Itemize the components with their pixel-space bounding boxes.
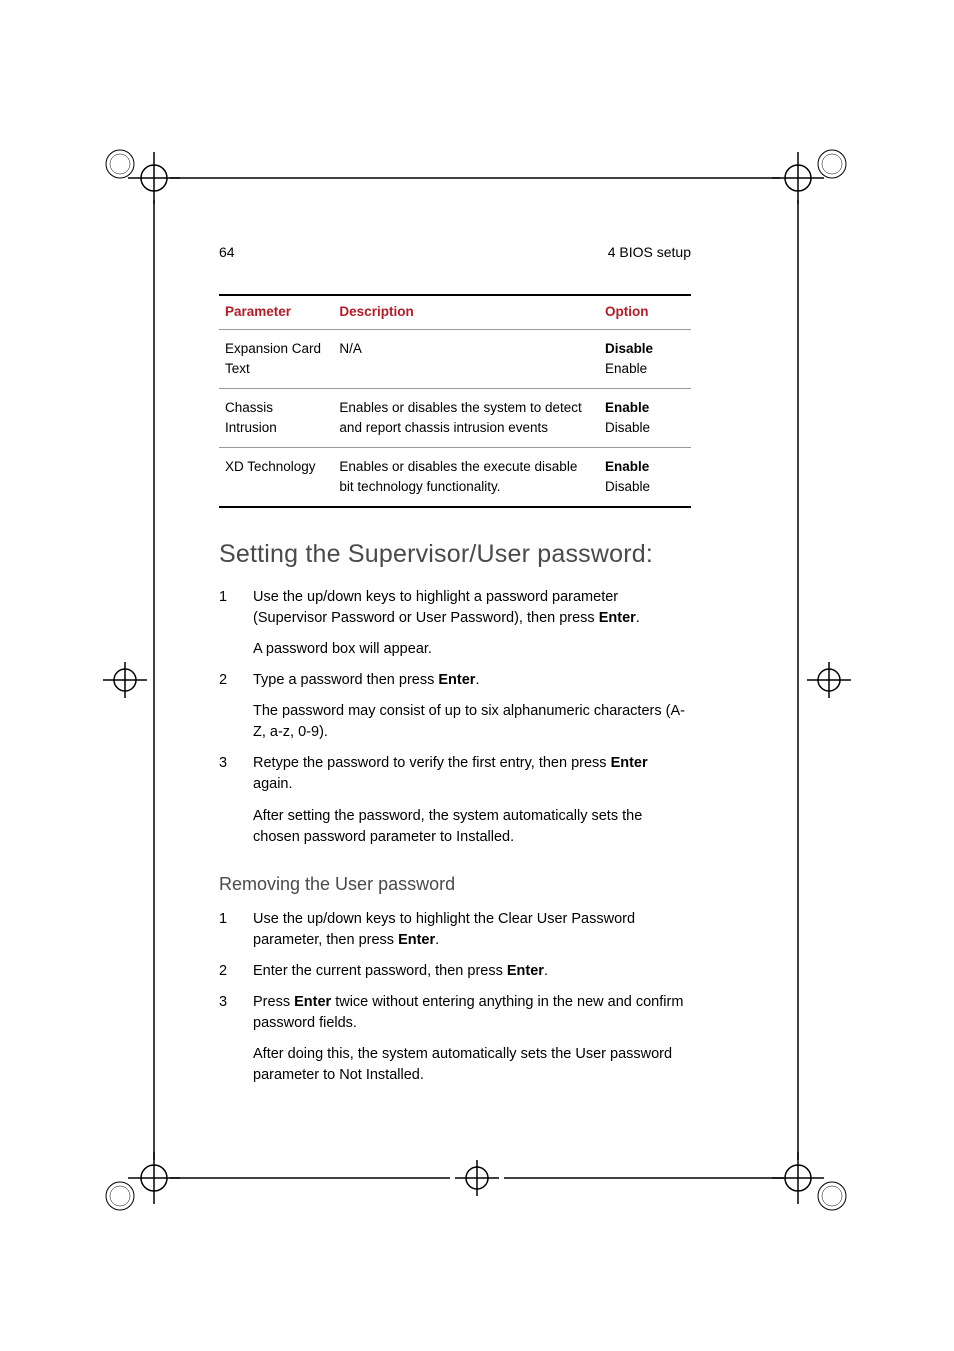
step-text: Press Enter twice without entering anyth… bbox=[253, 992, 691, 1086]
page-content: 64 4 BIOS setup Parameter Description Op… bbox=[219, 244, 691, 1096]
cell-param: XD Technology bbox=[219, 448, 333, 508]
list-item: 1 Use the up/down keys to highlight the … bbox=[219, 909, 691, 951]
col-description: Description bbox=[333, 295, 599, 330]
step-text: Retype the password to verify the first … bbox=[253, 753, 691, 847]
cell-param: Expansion Card Text bbox=[219, 330, 333, 389]
step-text: Type a password then press Enter. The pa… bbox=[253, 670, 691, 743]
step-number: 3 bbox=[219, 753, 253, 847]
cell-opt: DisableEnable bbox=[599, 330, 691, 389]
regmark-bottom-right bbox=[766, 1140, 856, 1220]
cell-desc: N/A bbox=[333, 330, 599, 389]
steps-list: 1 Use the up/down keys to highlight the … bbox=[219, 909, 691, 1086]
list-item: 3 Retype the password to verify the firs… bbox=[219, 753, 691, 847]
cell-opt: EnableDisable bbox=[599, 389, 691, 448]
table-header-row: Parameter Description Option bbox=[219, 295, 691, 330]
parameter-table: Parameter Description Option Expansion C… bbox=[219, 294, 691, 508]
cell-desc: Enables or disables the system to detect… bbox=[333, 389, 599, 448]
col-parameter: Parameter bbox=[219, 295, 333, 330]
regmark-top-line-h bbox=[170, 176, 780, 180]
step-number: 3 bbox=[219, 992, 253, 1086]
regmark-bottom-center bbox=[442, 1158, 512, 1198]
section-heading: Setting the Supervisor/User password: bbox=[219, 540, 691, 569]
regmark-vert-right bbox=[796, 200, 800, 1160]
steps-list: 1 Use the up/down keys to highlight a pa… bbox=[219, 587, 691, 847]
regmark-bottom-left bbox=[96, 1140, 186, 1220]
regmark-top-right bbox=[766, 140, 856, 220]
page-header: 64 4 BIOS setup bbox=[219, 244, 691, 260]
list-item: 2 Enter the current password, then press… bbox=[219, 961, 691, 982]
step-number: 1 bbox=[219, 587, 253, 660]
step-number: 2 bbox=[219, 961, 253, 982]
step-number: 2 bbox=[219, 670, 253, 743]
regmark-mid-left bbox=[90, 660, 160, 700]
regmark-bottom-line-h2 bbox=[504, 1176, 784, 1180]
regmark-top-left bbox=[96, 140, 186, 220]
list-item: 2 Type a password then press Enter. The … bbox=[219, 670, 691, 743]
step-text: Enter the current password, then press E… bbox=[253, 961, 691, 982]
regmark-mid-right bbox=[794, 660, 864, 700]
step-text: Use the up/down keys to highlight a pass… bbox=[253, 587, 691, 660]
regmark-bottom-line-h bbox=[170, 1176, 450, 1180]
page-number: 64 bbox=[219, 244, 235, 260]
table-row: XD Technology Enables or disables the ex… bbox=[219, 448, 691, 508]
cell-param: Chassis Intrusion bbox=[219, 389, 333, 448]
cell-desc: Enables or disables the execute disable … bbox=[333, 448, 599, 508]
subsection-heading: Removing the User password bbox=[219, 874, 691, 895]
step-number: 1 bbox=[219, 909, 253, 951]
regmark-vert-left bbox=[152, 200, 156, 1160]
step-text: Use the up/down keys to highlight the Cl… bbox=[253, 909, 691, 951]
cell-opt: EnableDisable bbox=[599, 448, 691, 508]
table-row: Expansion Card Text N/A DisableEnable bbox=[219, 330, 691, 389]
list-item: 3 Press Enter twice without entering any… bbox=[219, 992, 691, 1086]
col-option: Option bbox=[599, 295, 691, 330]
chapter-label: 4 BIOS setup bbox=[608, 244, 691, 260]
list-item: 1 Use the up/down keys to highlight a pa… bbox=[219, 587, 691, 660]
table-row: Chassis Intrusion Enables or disables th… bbox=[219, 389, 691, 448]
